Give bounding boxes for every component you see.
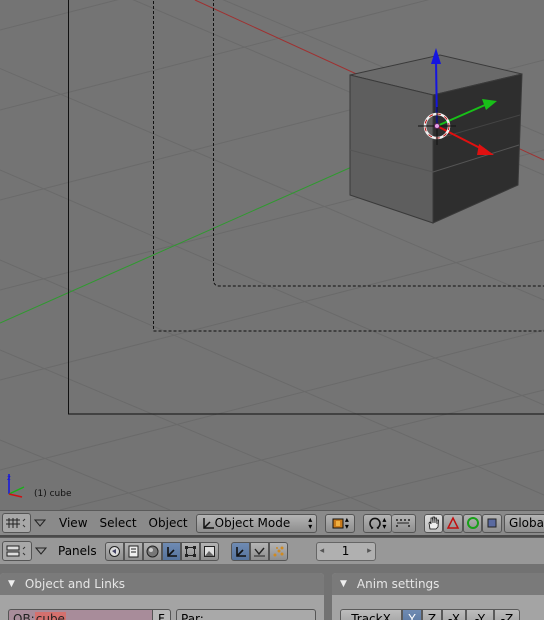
collapse-menu-arrow-icon-2[interactable] [32, 547, 50, 555]
svg-text:z: z [7, 474, 11, 482]
track-y-button[interactable]: Y [402, 609, 422, 620]
sphere-icon [146, 545, 159, 557]
chevron-left-icon[interactable]: ◂ [317, 546, 325, 556]
physics-icon [253, 547, 265, 556]
track-x-button[interactable]: TrackX [340, 609, 402, 620]
shading-context-button[interactable] [142, 541, 162, 561]
object-mode-icon [202, 518, 214, 529]
buttons-editor-icon [6, 545, 26, 557]
scale-manipulator-button[interactable] [482, 513, 503, 533]
ring-icon [466, 517, 479, 529]
collapse-menu-arrow-icon[interactable] [31, 519, 49, 527]
panel-collapse-icon-2[interactable]: ▼ [340, 579, 347, 589]
viewport-canvas[interactable]: z [0, 0, 544, 510]
grid-editor-icon [5, 518, 26, 528]
buttons-panels-area: ▼ Object and Links OB: cube F Par: ▼ Ani… [0, 564, 544, 620]
hand-icon [428, 516, 440, 530]
object-subcontext-button[interactable] [230, 541, 250, 561]
draw-type-dropdown[interactable]: ▴ ▾ [325, 513, 355, 533]
object-name-prefix: OB: [13, 612, 35, 620]
buttons-window-header: Panels ◂ 1 ▸ [0, 537, 544, 564]
particles-icon [273, 546, 284, 556]
parent-field[interactable]: Par: [176, 609, 316, 620]
dropdown-arrows-icon: ▴ ▾ [308, 515, 313, 531]
particles-subcontext-button[interactable] [268, 541, 288, 561]
editing-context-button[interactable] [180, 541, 200, 561]
fake-user-button[interactable]: F [152, 609, 171, 620]
object-links-panel-header[interactable]: ▼ Object and Links [0, 573, 324, 595]
orientation-dropdown[interactable]: Globa [504, 513, 544, 533]
pivot-dropdown[interactable]: ▴ ▾ [362, 513, 393, 533]
select-menu[interactable]: Select [94, 516, 143, 530]
script-context-button[interactable] [123, 541, 143, 561]
object-axis-icon-2 [235, 546, 246, 557]
mode-dropdown[interactable]: Object Mode ▴ ▾ [195, 513, 318, 533]
object-name-value: cube [34, 612, 66, 620]
object-context-button[interactable] [161, 541, 181, 561]
rotate-manipulator-button[interactable] [462, 513, 483, 533]
object-links-panel: ▼ Object and Links OB: cube F Par: [0, 573, 324, 620]
editor-type-button-2[interactable] [2, 541, 32, 561]
frame-number-field[interactable]: ◂ 1 ▸ [315, 541, 376, 561]
3d-view-header: View Select Object Object Mode ▴ ▾ ▴ ▾ ▴ ▾ … [0, 510, 544, 535]
solid-cube-icon [332, 518, 344, 529]
object-links-title: Object and Links [24, 577, 126, 591]
pivot-icon [369, 517, 382, 529]
orientation-value: Globa [509, 516, 544, 530]
anim-settings-panel: ▼ Anim settings TrackX Y Z -X -Y -Z [332, 573, 544, 620]
script-icon [128, 545, 139, 557]
track-neg-z-button[interactable]: -Z [494, 609, 520, 620]
track-z-button[interactable]: Z [422, 609, 442, 620]
object-menu[interactable]: Object [143, 516, 194, 530]
active-object-label: (1) cube [34, 489, 72, 499]
snap-dropdown[interactable] [392, 513, 416, 533]
chevron-right-icon[interactable]: ▸ [367, 546, 375, 556]
panel-collapse-icon[interactable]: ▼ [8, 579, 15, 589]
parent-label: Par: [181, 612, 204, 620]
object-axis-icon [166, 546, 177, 557]
panels-menu[interactable]: Panels [52, 544, 103, 558]
manipulator-toggle[interactable] [423, 513, 444, 533]
track-neg-y-button[interactable]: -Y [466, 609, 494, 620]
square-icon [487, 518, 497, 528]
3d-viewport[interactable]: z (1) cube [0, 0, 544, 510]
anim-settings-panel-header[interactable]: ▼ Anim settings [332, 573, 544, 595]
logic-context-button[interactable] [104, 541, 124, 561]
view-menu[interactable]: View [53, 516, 93, 530]
translate-manipulator-button[interactable] [443, 513, 463, 533]
frame-value: 1 [341, 544, 350, 558]
anim-settings-title: Anim settings [356, 577, 440, 591]
mode-value: Object Mode [214, 516, 291, 530]
y-axis-line [0, 149, 391, 324]
render-image-icon [203, 545, 215, 557]
scene-context-button[interactable] [199, 541, 219, 561]
object-name-field[interactable]: OB: cube [8, 609, 152, 620]
logic-icon [108, 545, 120, 557]
triangle-icon [446, 516, 460, 529]
snap-dots-icon [396, 519, 411, 527]
edit-square-icon [184, 545, 196, 557]
axis-orientation-icon: z [7, 474, 25, 498]
editor-type-button[interactable] [2, 513, 32, 533]
track-neg-x-button[interactable]: -X [442, 609, 466, 620]
physics-subcontext-button[interactable] [249, 541, 269, 561]
